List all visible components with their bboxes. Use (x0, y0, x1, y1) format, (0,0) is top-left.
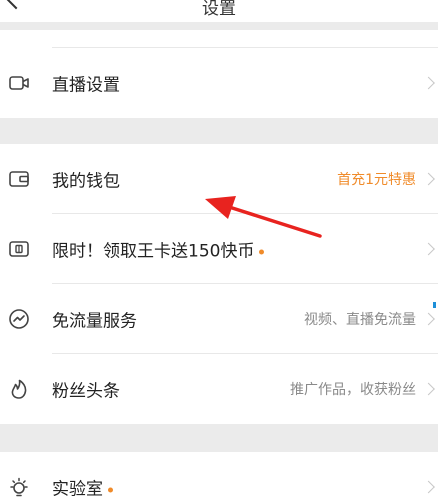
fans-description: 推广作品，收获粉丝 (290, 382, 416, 398)
settings-item-live[interactable]: 直播设置 (0, 48, 438, 118)
new-badge-dot (108, 487, 113, 492)
settings-item-wallet[interactable]: 我的钱包 首充1元特惠 (0, 144, 438, 214)
speedometer-icon (9, 309, 29, 329)
flame-icon (11, 379, 27, 399)
lab-label-text: 实验室 (52, 479, 103, 500)
settings-item-kingcard[interactable]: 限时！领取王卡送150快币 (0, 214, 438, 284)
settings-item-label: 直播设置 (52, 75, 120, 96)
settings-item-dataflow[interactable]: 免流量服务 视频、直播免流量 (0, 284, 438, 354)
settings-item-label: 限时！领取王卡送150快币 (52, 237, 265, 262)
video-camera-icon (9, 76, 29, 90)
page-title: 设置 (202, 0, 236, 19)
settings-item-fans[interactable]: 粉丝头条 推广作品，收获粉丝 (0, 354, 438, 424)
chevron-right-icon (422, 76, 435, 90)
dataflow-description: 视频、直播免流量 (304, 312, 416, 328)
settings-item-label: 粉丝头条 (52, 381, 120, 402)
chevron-right-icon (422, 242, 435, 256)
chevron-right-icon (422, 382, 435, 396)
settings-item-label: 我的钱包 (52, 171, 120, 192)
chevron-right-icon (422, 172, 435, 186)
chevron-right-icon (422, 312, 435, 326)
settings-item-label: 实验室 (52, 475, 113, 500)
sim-card-icon (9, 241, 29, 257)
top-navigation-bar: 设置 (0, 0, 438, 22)
list-item-partial (0, 30, 438, 48)
lightbulb-icon (10, 477, 28, 497)
chevron-right-icon (422, 480, 435, 494)
new-badge-dot (259, 249, 265, 254)
scroll-indicator (433, 302, 436, 308)
kingcard-label-text: 限时！领取王卡送150快币 (52, 241, 255, 262)
settings-item-label: 免流量服务 (52, 311, 137, 332)
wallet-promo-text: 首充1元特惠 (337, 172, 416, 188)
settings-item-lab[interactable]: 实验室 (0, 452, 438, 502)
settings-screen: 设置 直播设置 我的钱包 首充1元特惠 限时！领取王卡送150快币 免流量服务 … (0, 0, 438, 502)
wallet-icon (9, 171, 29, 187)
